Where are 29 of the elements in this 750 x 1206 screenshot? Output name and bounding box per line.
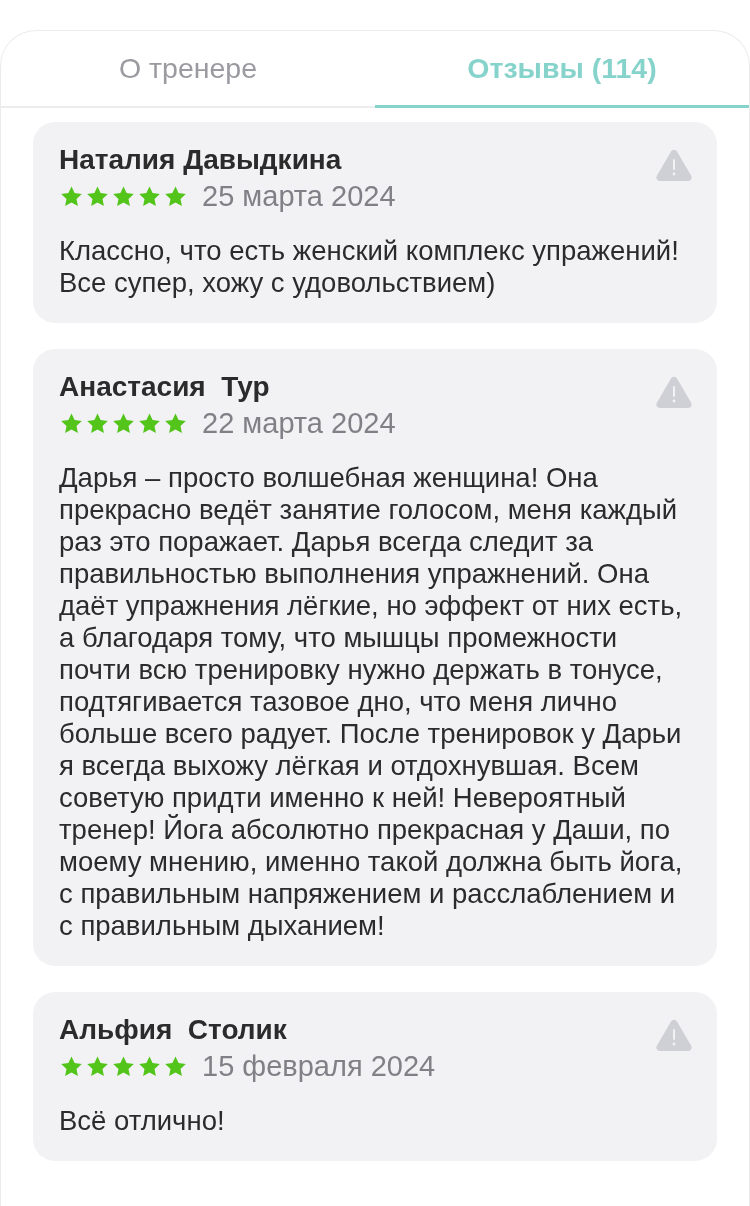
star-icon xyxy=(59,1054,84,1079)
review-date: 22 марта 2024 xyxy=(202,407,396,440)
author-name: Альфия Столик xyxy=(59,1014,287,1046)
warning-icon[interactable] xyxy=(655,1018,693,1052)
star-icon xyxy=(111,1054,136,1079)
star-icon xyxy=(59,411,84,436)
star-icon xyxy=(163,184,188,209)
tab[interactable]: Отзывы (114) xyxy=(375,31,749,108)
star-icon xyxy=(85,1054,110,1079)
review-date: 15 февраля 2024 xyxy=(202,1050,436,1083)
review-date: 25 марта 2024 xyxy=(202,180,396,213)
warning-icon[interactable] xyxy=(655,148,693,182)
star-icon xyxy=(137,184,162,209)
review-text: Классно, что есть женский комплекс упражений! Все супер, хожу с удовольствием) xyxy=(59,235,680,299)
star-icon xyxy=(137,1054,162,1079)
star-icon xyxy=(137,411,162,436)
warning-icon[interactable] xyxy=(655,375,693,409)
star-icon xyxy=(163,1054,188,1079)
tab[interactable]: О тренере xyxy=(1,31,375,108)
author-name: Наталия Давыдкина xyxy=(59,144,342,176)
star-icon xyxy=(85,184,110,209)
star-icon xyxy=(111,411,136,436)
author-name: Анастасия Тур xyxy=(59,371,270,403)
star-icon xyxy=(59,184,84,209)
star-icon xyxy=(111,184,136,209)
star-icon xyxy=(163,411,188,436)
review-text: Всё отлично! xyxy=(59,1105,226,1137)
review-text: Дарья – просто волшебная женщина! Она прекрасно ведёт занятие голосом, меня каждый раз это поражает. Дарья всегда следит за правильностью выполнения упражнений. Она даёт упражнения лёгкие, но эффект от них есть, а благодаря тому, что мышцы промежности почти всю тренировку нужно держать в тонусе, подтягивается тазовое дно, что меня лично больше всего радует. После тренировок у Дарьи я всегда выхожу лёгкая и отдохнувшая. Всем советую придти именно к ней! Невероятный тренер! Йога абсолютно прекрасная у Даши, по моему мнению, именно такой должна быть йога, с правильным напряжением и расслаблением и с правильным дыханием! xyxy=(59,462,684,942)
star-icon xyxy=(85,411,110,436)
